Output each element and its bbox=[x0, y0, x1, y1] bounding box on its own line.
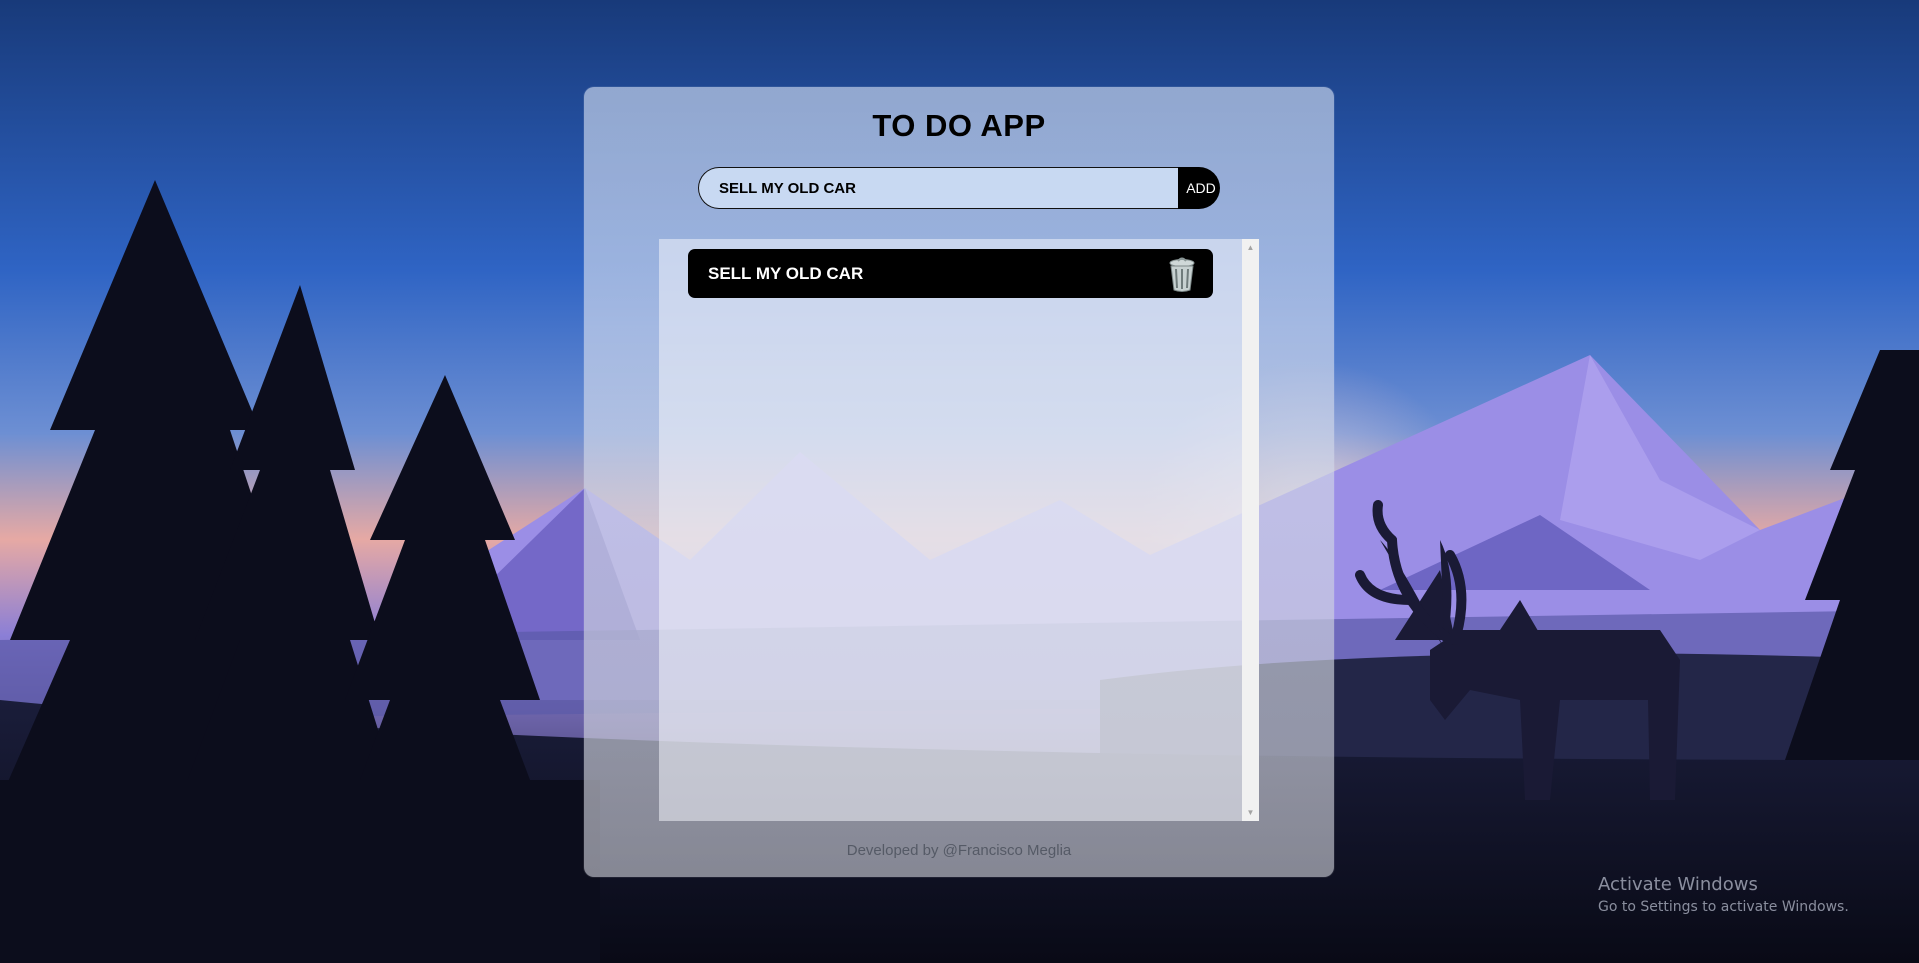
task-label: SELL MY OLD CAR bbox=[708, 264, 864, 283]
add-button[interactable]: ADD bbox=[1178, 167, 1220, 209]
app-title: TO DO APP bbox=[872, 108, 1046, 143]
vertical-scrollbar[interactable]: ▲ ▼ bbox=[1242, 239, 1259, 821]
task-input[interactable] bbox=[698, 167, 1178, 209]
task-list-panel: SELL MY OLD CAR ▲ ▼ bbox=[659, 239, 1259, 821]
trash-can-icon[interactable] bbox=[1167, 255, 1197, 293]
scroll-down-arrow-icon[interactable]: ▼ bbox=[1242, 804, 1259, 821]
todo-app-card: TO DO APP ADD SELL MY OLD CAR ▲ ▼ bbox=[584, 87, 1334, 877]
task-item[interactable]: SELL MY OLD CAR bbox=[688, 249, 1213, 298]
watermark-subtitle: Go to Settings to activate Windows. bbox=[1598, 899, 1849, 915]
watermark-title: Activate Windows bbox=[1598, 874, 1758, 895]
add-task-form: ADD bbox=[698, 167, 1220, 209]
footer-credit: Developed by @Francisco Meglia bbox=[846, 842, 1072, 859]
task-list: SELL MY OLD CAR bbox=[659, 239, 1242, 821]
scroll-up-arrow-icon[interactable]: ▲ bbox=[1242, 239, 1259, 256]
trash-can-icon-graphic bbox=[1169, 257, 1195, 292]
activate-windows-watermark: Activate Windows Go to Settings to activ… bbox=[1598, 873, 1849, 917]
